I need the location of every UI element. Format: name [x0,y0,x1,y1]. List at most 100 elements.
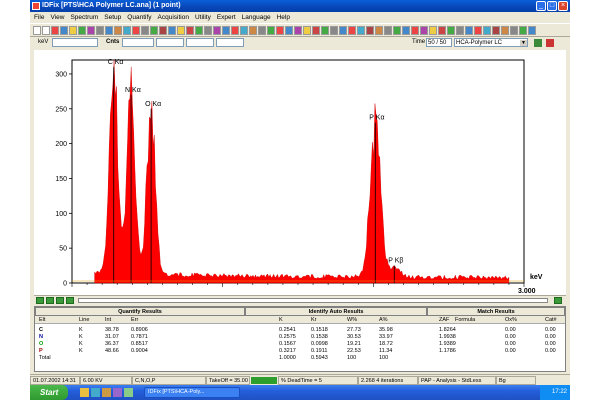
toolbar-button-23[interactable] [231,25,239,35]
toolbar-button-44[interactable] [420,25,428,35]
scroll-right-button[interactable] [46,297,54,304]
scroll-track[interactable] [78,298,548,303]
toolbar-button-54[interactable] [510,25,518,35]
toolbar-button-37[interactable] [357,25,365,35]
scroll-end-button[interactable] [554,297,562,304]
toolbar-button-50[interactable] [474,25,482,35]
toolbar-button-43[interactable] [411,25,419,35]
close-button[interactable]: × [558,1,568,11]
toolbar-button-16[interactable] [168,25,176,35]
toolbar-button-5[interactable] [69,25,77,35]
toolbar-button-36[interactable] [348,25,356,35]
status-elements: C,N,O,P [132,376,206,385]
toolbar-button-4[interactable] [60,25,68,35]
app-icon-3[interactable] [113,388,122,397]
toolbar-button-52[interactable] [492,25,500,35]
toolbar-button-39[interactable] [375,25,383,35]
toolbar-button-33[interactable] [321,25,329,35]
kev-input[interactable] [52,38,98,47]
deadtime-indicator [251,377,277,384]
menu-acquisition[interactable]: Acquisition [158,14,189,21]
start-button[interactable]: Start [30,385,68,400]
toolbar-button-3[interactable] [51,25,59,35]
menu-spectrum[interactable]: Spectrum [70,14,98,21]
menu-quantify[interactable]: Quantify [127,14,151,21]
toolbar-button-48[interactable] [456,25,464,35]
app-icon-2[interactable] [102,388,111,397]
toolbar-button-17[interactable] [177,25,185,35]
toolbar-button-49[interactable] [465,25,473,35]
toolbar-button-12[interactable] [132,25,140,35]
toolbar-button-14[interactable] [150,25,158,35]
folder-icon[interactable] [80,388,89,397]
results-panel: Quantify Results Identify Auto Results M… [34,306,566,372]
toolbar-button-41[interactable] [393,25,401,35]
taskbar-idfix[interactable]: IDFix [PTS\HCA-Poly... [144,387,240,398]
chevron-down-icon[interactable]: ▼ [520,40,527,46]
toolbar-button-31[interactable] [303,25,311,35]
scroll-left-button[interactable] [36,297,44,304]
toolbar-button-10[interactable] [114,25,122,35]
toolbar-button-26[interactable] [258,25,266,35]
toolbar-button-8[interactable] [96,25,104,35]
toolbar-button-27[interactable] [267,25,275,35]
toolbar-button-22[interactable] [222,25,230,35]
spectrum-scrollbar[interactable] [34,295,566,305]
toolbar-button-18[interactable] [186,25,194,35]
toolbar-button-11[interactable] [123,25,131,35]
result-cell: 11.34 [379,348,393,354]
toolbar-button-47[interactable] [447,25,455,35]
menu-setup[interactable]: Setup [104,14,121,21]
toolbar-button-51[interactable] [483,25,491,35]
toolbar-button-15[interactable] [159,25,167,35]
menu-utility[interactable]: Utility [195,14,211,21]
toolbar-button-13[interactable] [141,25,149,35]
toolbar-button-53[interactable] [501,25,509,35]
field-4[interactable] [186,38,214,47]
toolbar-button-6[interactable] [78,25,86,35]
settings-icon[interactable] [534,39,542,47]
menu-file[interactable]: File [34,14,44,21]
result-cell: 30.53 [347,334,361,340]
app-icon-4[interactable] [124,388,133,397]
toolbar-button-46[interactable] [438,25,446,35]
record-icon[interactable] [546,39,554,47]
cnts-input[interactable] [122,38,154,47]
toolbar-button-29[interactable] [285,25,293,35]
menu-expert[interactable]: Expert [217,14,236,21]
menu-language[interactable]: Language [242,14,271,21]
toolbar-button-42[interactable] [402,25,410,35]
toolbar-button-2[interactable] [42,25,50,35]
maximize-button[interactable]: □ [547,1,557,11]
spectrum-plot[interactable]: 0 50 100 150 200 250 300 C Kα N Kα O Kα P Kα P Kβ ke… [34,50,566,295]
toolbar-button-28[interactable] [276,25,284,35]
toolbar-button-32[interactable] [312,25,320,35]
toolbar-button-30[interactable] [294,25,302,35]
browser-icon[interactable] [91,388,100,397]
toolbar-button-24[interactable] [240,25,248,35]
col-header-elt: Elt [39,317,46,323]
toolbar-button-21[interactable] [213,25,221,35]
toolbar-button-19[interactable] [195,25,203,35]
toolbar-button-20[interactable] [204,25,212,35]
field-5[interactable] [216,38,244,47]
menu-view[interactable]: View [50,14,64,21]
toolbar-button-7[interactable] [87,25,95,35]
toolbar-button-25[interactable] [249,25,257,35]
preset-select[interactable]: HCA-Polymer LC ▼ [454,38,528,47]
toolbar-button-40[interactable] [384,25,392,35]
field-3[interactable] [156,38,184,47]
toolbar-button-45[interactable] [429,25,437,35]
pan-button[interactable] [66,297,74,304]
total-cell: Total [39,355,51,361]
zoom-button[interactable] [56,297,64,304]
toolbar-button-9[interactable] [105,25,113,35]
toolbar-button-38[interactable] [366,25,374,35]
menu-help[interactable]: Help [277,14,290,21]
toolbar-button-56[interactable] [528,25,536,35]
toolbar-button-55[interactable] [519,25,527,35]
toolbar-button-1[interactable] [33,25,41,35]
toolbar-button-34[interactable] [330,25,338,35]
toolbar-button-35[interactable] [339,25,347,35]
minimize-button[interactable]: _ [536,1,546,11]
